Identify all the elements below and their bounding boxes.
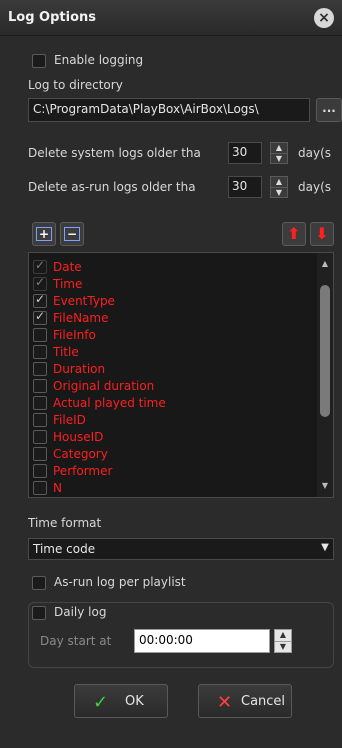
field-checkbox[interactable]: [33, 464, 47, 478]
log-fields-list[interactable]: Date Time EventType FileName FileInfo Title Du…: [28, 252, 334, 498]
system-logs-label: Delete system logs older tha: [28, 146, 201, 160]
field-checkbox[interactable]: [33, 481, 47, 495]
move-down-button[interactable]: ⬇: [310, 222, 334, 246]
field-label: Date: [53, 260, 82, 274]
asrun-per-playlist-label: As-run log per playlist: [54, 575, 186, 589]
list-item[interactable]: Performer: [29, 463, 317, 480]
field-label: Actual played time: [53, 396, 166, 410]
field-checkbox[interactable]: [33, 309, 47, 325]
day-start-input[interactable]: 00:00:00: [134, 629, 270, 653]
log-directory-label: Log to directory: [28, 78, 123, 92]
spin-down-icon[interactable]: ▼: [275, 641, 291, 652]
checkmark-icon: ✓: [93, 692, 109, 713]
list-item[interactable]: N: [29, 480, 317, 497]
field-checkbox[interactable]: [33, 413, 47, 427]
field-checkbox[interactable]: [33, 430, 47, 444]
list-item[interactable]: HouseID: [29, 429, 317, 446]
close-icon[interactable]: ×: [314, 8, 334, 28]
day-start-spinner[interactable]: ▲ ▼: [274, 629, 292, 653]
asrun-per-playlist-checkbox[interactable]: [32, 576, 46, 590]
field-label: FileInfo: [53, 328, 96, 342]
field-label: FileName: [53, 311, 109, 325]
list-item[interactable]: FileInfo: [29, 327, 317, 344]
time-format-value: Time code: [33, 542, 96, 556]
cancel-x-icon: ✕: [217, 692, 233, 713]
scroll-thumb[interactable]: [320, 285, 330, 417]
field-checkbox[interactable]: [33, 258, 47, 274]
browse-button[interactable]: ...: [316, 98, 342, 122]
field-label: Time: [53, 277, 83, 291]
asrun-logs-unit: day(s: [298, 180, 332, 194]
asrun-logs-days-input[interactable]: 30: [228, 176, 262, 198]
asrun-logs-spinner[interactable]: ▲ ▼: [270, 176, 288, 198]
list-item[interactable]: Date: [29, 258, 317, 276]
spin-up-icon[interactable]: ▲: [275, 630, 291, 641]
day-start-label: Day start at: [40, 634, 112, 648]
move-up-button[interactable]: ⬆: [282, 222, 306, 246]
log-directory-input[interactable]: C:\ProgramData\PlayBox\AirBox\Logs\: [28, 98, 310, 122]
system-logs-unit: day(s: [298, 146, 332, 160]
system-logs-spinner[interactable]: ▲ ▼: [270, 142, 288, 164]
list-item[interactable]: Category: [29, 446, 317, 463]
time-format-select[interactable]: Time code ▼: [28, 538, 334, 560]
field-label: FileID: [53, 413, 86, 427]
field-label: EventType: [53, 294, 115, 308]
field-label: Original duration: [53, 379, 155, 393]
field-label: Title: [53, 345, 79, 359]
field-checkbox[interactable]: [33, 275, 47, 291]
daily-log-checkbox[interactable]: [32, 606, 46, 620]
arrow-up-icon: ⬆: [287, 224, 301, 243]
field-label: HouseID: [53, 430, 104, 444]
add-field-button[interactable]: +: [32, 222, 56, 246]
field-label: Category: [53, 447, 108, 461]
field-checkbox[interactable]: [33, 447, 47, 461]
ok-button[interactable]: ✓ OK: [74, 684, 168, 718]
spin-down-icon[interactable]: ▼: [271, 187, 287, 197]
cancel-button[interactable]: ✕ Cancel: [198, 684, 292, 718]
list-item[interactable]: FileID: [29, 412, 317, 429]
spin-down-icon[interactable]: ▼: [271, 153, 287, 163]
list-item[interactable]: Original duration: [29, 378, 317, 395]
field-checkbox[interactable]: [33, 362, 47, 376]
field-checkbox[interactable]: [33, 345, 47, 359]
scroll-up-icon[interactable]: ▲: [320, 259, 330, 269]
cancel-label: Cancel: [241, 694, 286, 709]
list-item[interactable]: Title: [29, 344, 317, 361]
time-format-label: Time format: [28, 516, 102, 530]
spin-up-icon[interactable]: ▲: [271, 143, 287, 153]
field-checkbox[interactable]: [33, 328, 47, 342]
remove-field-button[interactable]: −: [60, 222, 84, 246]
title-bar: Log Options ×: [0, 0, 342, 36]
list-scrollbar[interactable]: ▲ ▼: [317, 253, 333, 497]
field-label: Performer: [53, 464, 113, 478]
enable-logging-label: Enable logging: [54, 53, 144, 67]
list-item[interactable]: Time: [29, 275, 317, 293]
field-label: N: [53, 481, 62, 495]
list-item[interactable]: EventType: [29, 292, 317, 310]
spin-up-icon[interactable]: ▲: [271, 177, 287, 187]
system-logs-days-input[interactable]: 30: [228, 142, 262, 164]
arrow-down-icon: ⬇: [315, 224, 329, 243]
scroll-down-icon[interactable]: ▼: [320, 481, 330, 491]
asrun-logs-label: Delete as-run logs older tha: [28, 180, 196, 194]
list-item[interactable]: Duration: [29, 361, 317, 378]
minus-icon: −: [64, 227, 80, 241]
plus-icon: +: [36, 227, 52, 241]
field-checkbox[interactable]: [33, 292, 47, 308]
enable-logging-checkbox[interactable]: [32, 54, 46, 68]
ok-label: OK: [125, 694, 144, 709]
field-label: Duration: [53, 362, 106, 376]
field-checkbox[interactable]: [33, 396, 47, 410]
daily-log-label: Daily log: [54, 605, 107, 619]
window-title: Log Options: [8, 10, 96, 25]
list-item[interactable]: FileName: [29, 309, 317, 327]
chevron-down-icon[interactable]: ▼: [317, 539, 333, 559]
list-item[interactable]: Actual played time: [29, 395, 317, 412]
field-checkbox[interactable]: [33, 379, 47, 393]
